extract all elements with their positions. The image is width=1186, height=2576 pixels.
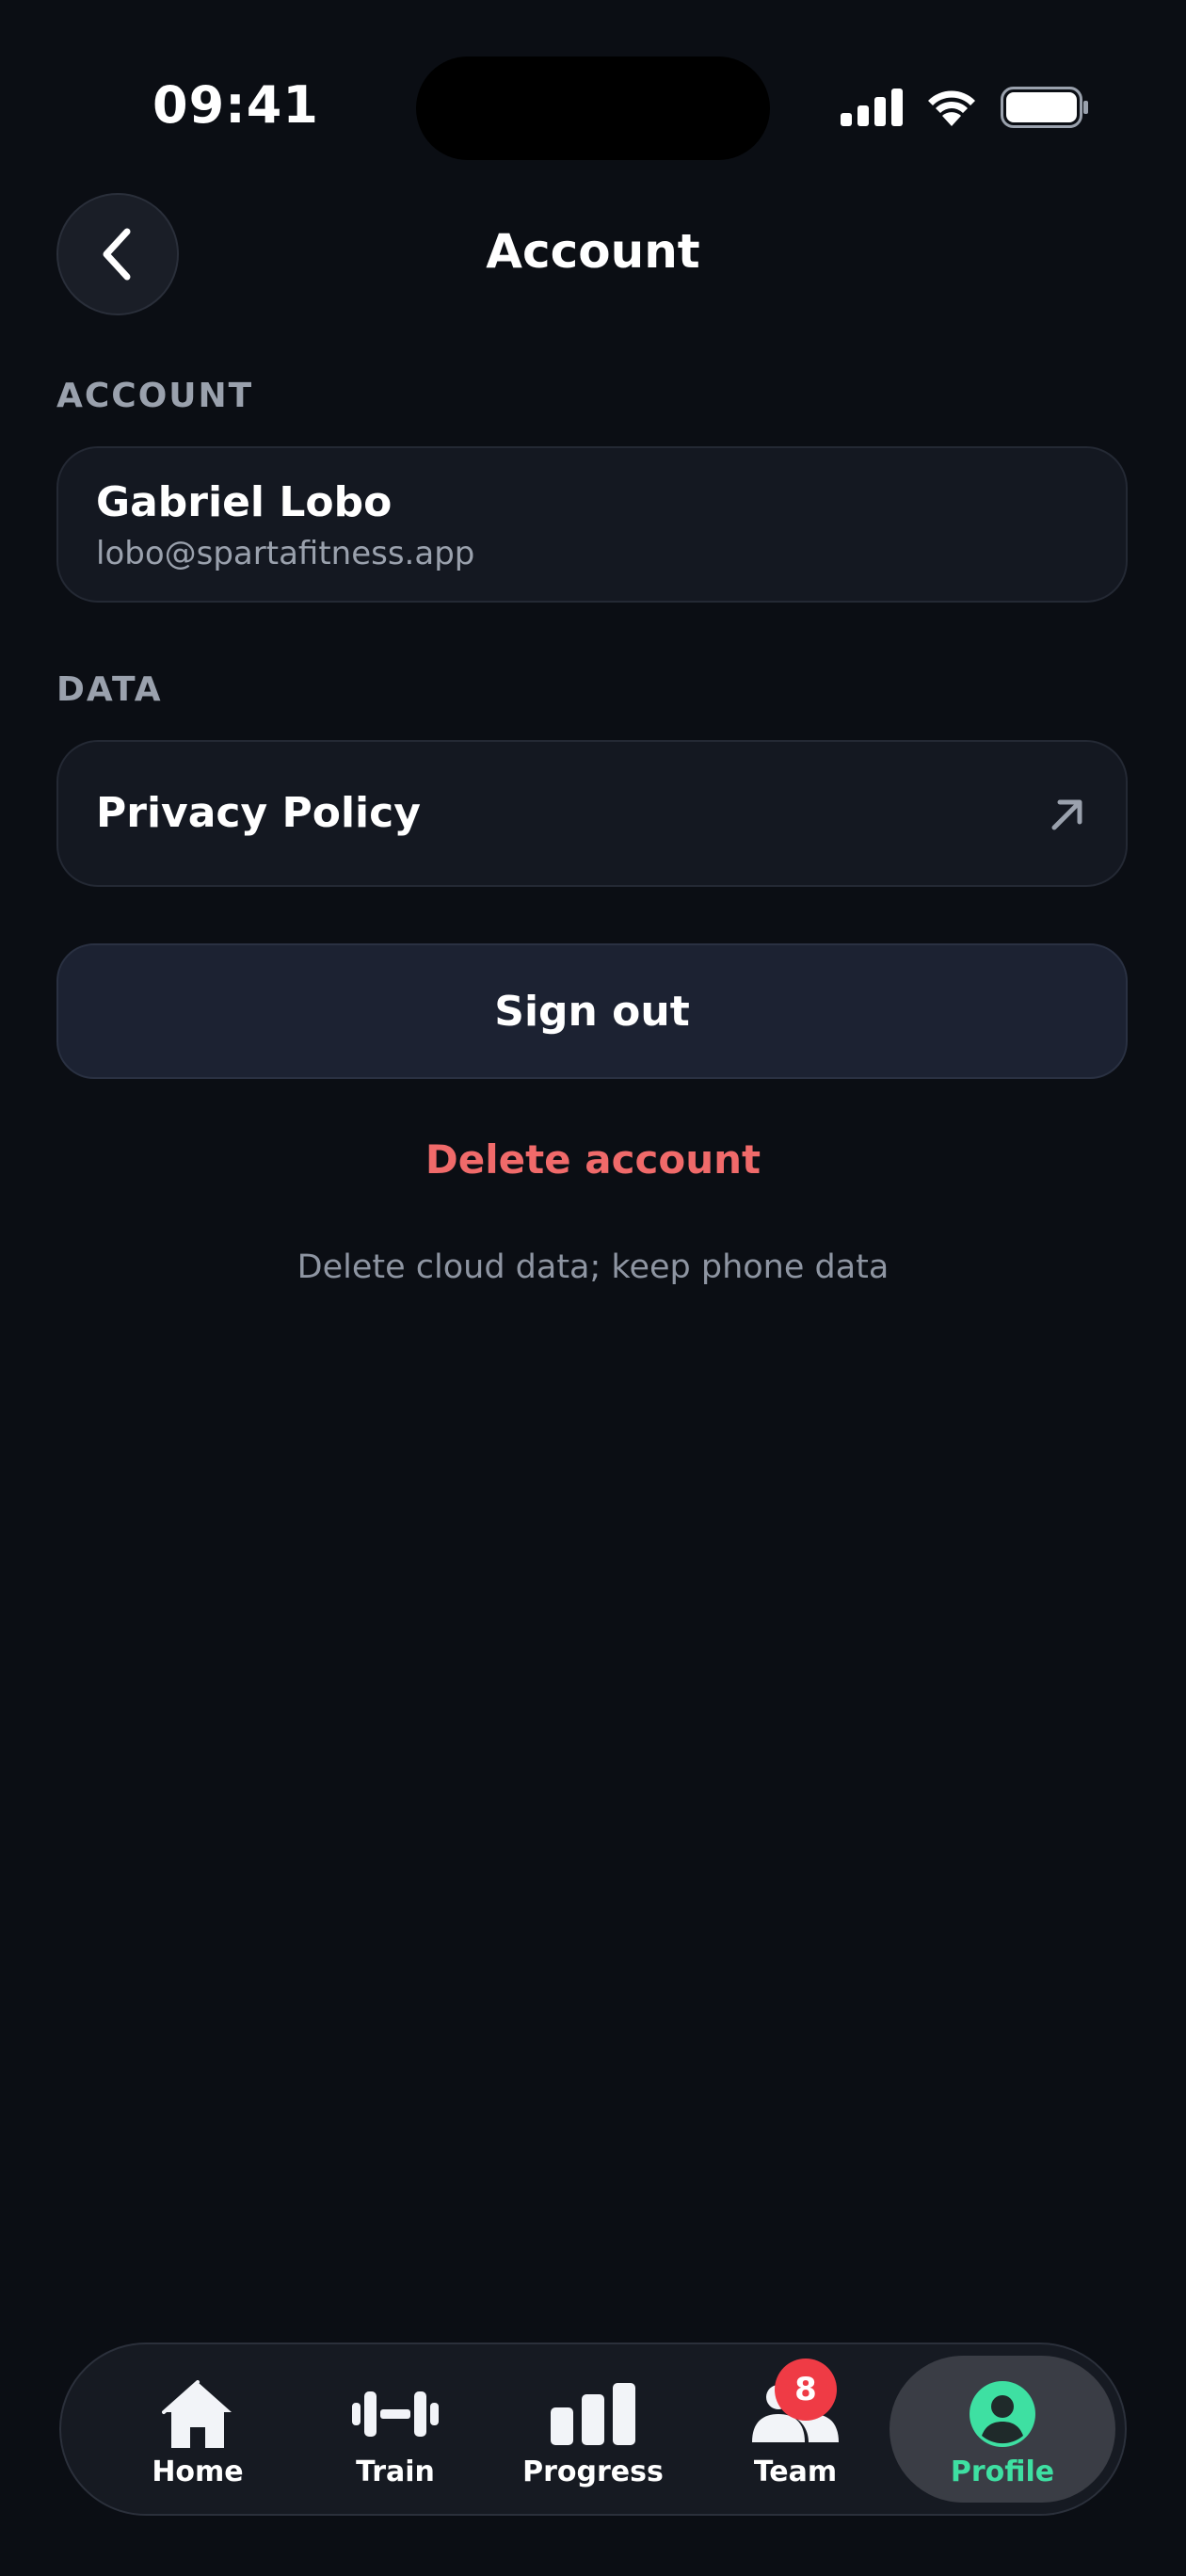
tab-team-label: Team: [753, 2455, 838, 2488]
account-email: lobo@spartafitness.app: [96, 535, 475, 572]
delete-account-button[interactable]: Delete account: [0, 1136, 1186, 1183]
page-title: Account: [486, 224, 700, 279]
bar-chart-icon: [551, 2383, 635, 2445]
tab-train-label: Train: [356, 2455, 435, 2488]
tab-profile[interactable]: Profile: [890, 2356, 1115, 2503]
account-section-label: ACCOUNT: [56, 377, 254, 415]
home-icon: [162, 2380, 232, 2448]
team-notification-badge: 8: [775, 2359, 837, 2421]
wifi-icon: [928, 90, 975, 126]
tab-progress[interactable]: Progress: [489, 2344, 697, 2514]
tab-profile-label: Profile: [950, 2455, 1055, 2488]
arrow-up-right-icon: [1051, 799, 1082, 830]
dynamic-island: [416, 56, 770, 160]
status-icons: [841, 83, 1089, 132]
delete-account-hint: Delete cloud data; keep phone data: [296, 1248, 890, 1286]
tab-bar: Home Train Progress Team Profile: [59, 2343, 1127, 2516]
cellular-signal-icon: [841, 89, 903, 126]
sign-out-button[interactable]: Sign out: [56, 943, 1128, 1079]
tab-home[interactable]: Home: [99, 2344, 296, 2514]
privacy-policy-label: Privacy Policy: [96, 789, 421, 837]
privacy-policy-row[interactable]: Privacy Policy: [56, 740, 1128, 887]
dumbbell-icon: [352, 2391, 439, 2437]
profile-icon: [970, 2381, 1035, 2447]
tab-train[interactable]: Train: [306, 2344, 485, 2514]
battery-icon: [1001, 87, 1088, 128]
data-section-label: DATA: [56, 670, 163, 709]
tab-home-label: Home: [152, 2455, 244, 2488]
tab-progress-label: Progress: [522, 2455, 664, 2488]
status-time: 09:41: [152, 75, 319, 135]
account-card: Gabriel Lobo lobo@spartafitness.app: [56, 446, 1128, 603]
account-name: Gabriel Lobo: [96, 478, 393, 526]
